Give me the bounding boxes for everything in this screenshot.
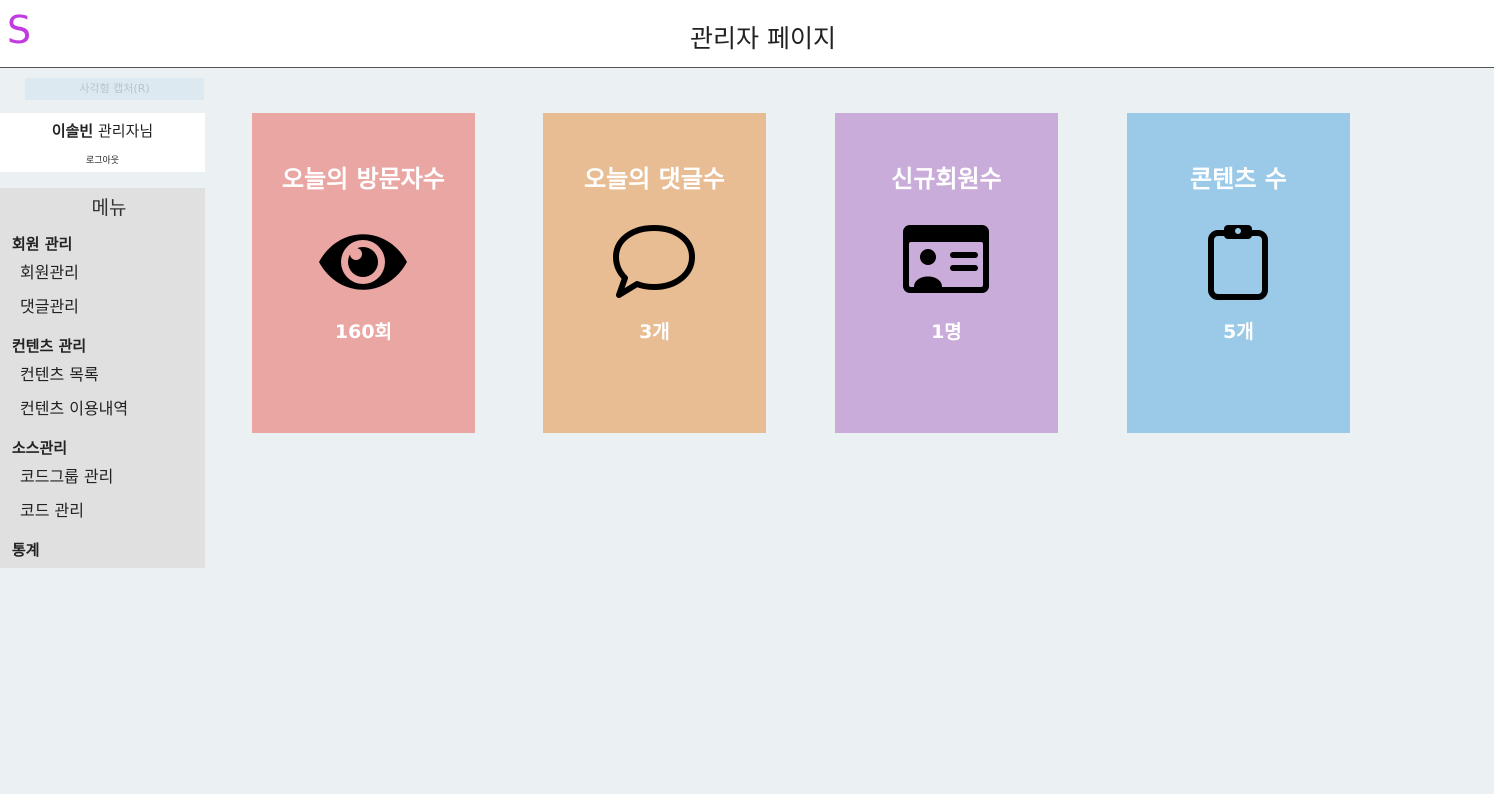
- comments-card: 오늘의 댓글수 3개: [543, 113, 766, 433]
- sidebar-item-contents-usage[interactable]: 컨텐츠 이용내역: [20, 398, 128, 420]
- card-title: 오늘의 댓글수: [584, 165, 725, 193]
- user-name: 이솔빈: [51, 122, 94, 140]
- clipboard-icon: [1188, 221, 1288, 303]
- menu-group-statistics[interactable]: 통계: [12, 540, 40, 560]
- user-greeting: 이솔빈 관리자님: [0, 121, 205, 141]
- capture-button[interactable]: 사각형 캡처(R): [25, 78, 204, 100]
- card-value: 5개: [1223, 321, 1254, 343]
- user-suffix: 관리자님: [93, 122, 154, 140]
- top-bar: S 관리자 페이지: [0, 0, 1494, 68]
- card-value: 160회: [334, 321, 393, 343]
- id-card-icon: [896, 221, 996, 303]
- card-value: 1명: [931, 321, 962, 343]
- visitors-card: 오늘의 방문자수 160회: [252, 113, 475, 433]
- sidebar-item-contents-list[interactable]: 컨텐츠 목록: [20, 364, 99, 386]
- contents-card: 콘텐츠 수 5개: [1127, 113, 1350, 433]
- sidebar-item-codegroup-manage[interactable]: 코드그룹 관리: [20, 466, 113, 488]
- card-value: 3개: [639, 321, 670, 343]
- chat-bubble-icon: [604, 221, 704, 303]
- card-title: 오늘의 방문자수: [282, 165, 445, 193]
- menu-title: 메뉴: [91, 197, 127, 219]
- eye-icon: [313, 221, 413, 303]
- sidebar-item-code-manage[interactable]: 코드 관리: [20, 500, 84, 522]
- sidebar-item-comment-manage[interactable]: 댓글관리: [20, 296, 79, 318]
- menu-group-member[interactable]: 회원 관리: [12, 234, 72, 254]
- user-box: 이솔빈 관리자님 로그아웃: [0, 113, 205, 172]
- menu-group-contents[interactable]: 컨텐츠 관리: [12, 336, 86, 356]
- sidebar: 메뉴 회원 관리 회원관리 댓글관리 컨텐츠 관리 컨텐츠 목록 컨텐츠 이용내…: [0, 188, 205, 568]
- sidebar-item-member-manage[interactable]: 회원관리: [20, 262, 79, 284]
- logout-link[interactable]: 로그아웃: [0, 155, 205, 167]
- card-title: 콘텐츠 수: [1190, 165, 1287, 193]
- new-members-card: 신규회원수 1명: [835, 113, 1058, 433]
- page-title: 관리자 페이지: [690, 24, 836, 53]
- card-title: 신규회원수: [891, 165, 1002, 193]
- menu-group-source[interactable]: 소스관리: [12, 438, 67, 458]
